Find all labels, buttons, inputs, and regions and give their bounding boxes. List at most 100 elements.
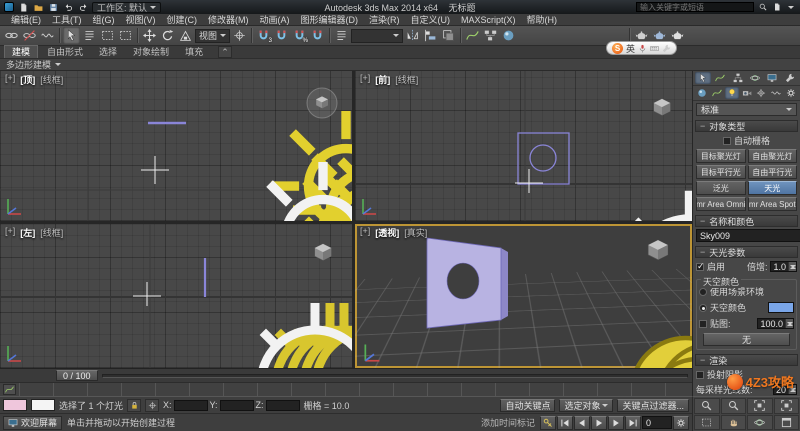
viewcube[interactable] — [315, 244, 332, 261]
zoom-all-button[interactable] — [721, 398, 747, 414]
map-checkbox[interactable] — [699, 320, 707, 328]
button-mr-area-omni[interactable]: mr Area Omni — [696, 197, 746, 211]
select-and-rotate-button[interactable] — [159, 27, 176, 44]
use-scene-env-radio[interactable] — [699, 288, 707, 296]
tab-freeform[interactable]: 自由形式 — [40, 46, 90, 58]
map-none-button[interactable]: 无 — [703, 333, 790, 346]
category-lights[interactable] — [725, 87, 739, 99]
cast-shadows-checkbox[interactable] — [696, 371, 704, 379]
workspace-dropdown[interactable]: 工作区: 默认 — [92, 2, 161, 13]
reference-coordinate-dropdown[interactable]: 视图 — [195, 29, 230, 43]
play-button[interactable] — [591, 416, 607, 430]
button-skylight[interactable]: 天光 — [748, 181, 798, 195]
viewport-front[interactable]: [+] [前] [线框] — [355, 71, 692, 221]
map-amount-field[interactable]: 100.0 — [757, 318, 794, 329]
zoom-region-button[interactable] — [694, 415, 720, 431]
time-configuration-button[interactable] — [673, 416, 689, 430]
menu-help[interactable]: 帮助(H) — [522, 14, 563, 26]
snap-toggle-3d-button[interactable]: 3 — [255, 27, 272, 44]
menu-graph-editors[interactable]: 图形编辑器(D) — [296, 14, 364, 26]
light-type-dropdown[interactable]: 标准 — [696, 103, 797, 116]
ime-language-mode[interactable]: 英 — [626, 42, 635, 55]
viewport-shading-button[interactable]: [线框] — [395, 73, 418, 86]
tab-modeling[interactable]: 建模 — [4, 45, 38, 58]
open-file-button[interactable] — [32, 2, 44, 13]
track-bar-ruler[interactable] — [19, 383, 689, 396]
category-helpers[interactable] — [754, 87, 768, 99]
category-spacewarps[interactable] — [769, 87, 783, 99]
bind-to-spacewarp-button[interactable] — [39, 27, 56, 44]
unlink-selection-button[interactable] — [21, 27, 38, 44]
tab-modify[interactable] — [712, 72, 728, 84]
button-free-direct[interactable]: 自由平行光 — [748, 165, 798, 179]
absolute-mode-button[interactable] — [145, 399, 159, 412]
ribbon-minimize-button[interactable]: ⌃ — [218, 46, 232, 58]
search-button[interactable] — [757, 2, 768, 12]
track-bar[interactable] — [0, 382, 692, 396]
sogou-logo-icon[interactable]: S — [612, 43, 623, 54]
x-field[interactable] — [174, 400, 208, 411]
menu-views[interactable]: 视图(V) — [121, 14, 161, 26]
align-button[interactable] — [422, 27, 439, 44]
viewcube[interactable] — [654, 99, 671, 116]
plane-object-front-view[interactable] — [518, 133, 569, 184]
material-editor-button[interactable] — [500, 27, 517, 44]
layer-manager-button[interactable] — [440, 27, 457, 44]
viewport-menu-button[interactable]: [+] — [5, 226, 15, 239]
polygon-modeling-panel-label[interactable]: 多边形建模 — [6, 58, 51, 71]
tab-object-paint[interactable]: 对象绘制 — [126, 46, 176, 58]
next-frame-button[interactable] — [608, 416, 624, 430]
mirror-button[interactable] — [404, 27, 421, 44]
window-crossing-button[interactable] — [117, 27, 134, 44]
tab-create[interactable] — [695, 72, 711, 84]
spinner-icon[interactable] — [785, 319, 793, 328]
category-systems[interactable] — [784, 87, 798, 99]
select-and-scale-button[interactable] — [177, 27, 194, 44]
select-by-name-button[interactable] — [81, 27, 98, 44]
y-field[interactable] — [220, 400, 254, 411]
zoom-button[interactable] — [694, 398, 720, 414]
category-geometry[interactable] — [695, 87, 709, 99]
go-to-start-button[interactable] — [557, 416, 573, 430]
menu-customize[interactable]: 自定义(U) — [406, 14, 456, 26]
tab-populate[interactable]: 填充 — [178, 46, 210, 58]
viewport-menu-button[interactable]: [+] — [360, 226, 370, 239]
tab-display[interactable] — [764, 72, 780, 84]
menu-create[interactable]: 创建(C) — [162, 14, 203, 26]
viewport-shading-button[interactable]: [线框] — [40, 226, 63, 239]
wrench-icon[interactable] — [662, 44, 671, 53]
schematic-view-button[interactable] — [482, 27, 499, 44]
auto-key-button[interactable]: 自动关键点 — [500, 399, 555, 412]
viewcube[interactable] — [648, 240, 668, 259]
viewport-canvas-perspective[interactable] — [355, 224, 692, 368]
tab-selection[interactable]: 选择 — [92, 46, 124, 58]
menu-rendering[interactable]: 渲染(R) — [364, 14, 405, 26]
autogrid-checkbox[interactable] — [723, 137, 731, 145]
enable-checkbox[interactable] — [696, 263, 704, 271]
new-scene-button[interactable] — [17, 2, 29, 13]
category-shapes[interactable] — [710, 87, 724, 99]
maxscript-mini-listener-pink[interactable] — [3, 399, 27, 411]
percent-snap-button[interactable]: % — [291, 27, 308, 44]
viewport-view-button[interactable]: [左] — [20, 226, 35, 239]
button-omni[interactable]: 泛光 — [696, 181, 746, 195]
menu-edit[interactable]: 编辑(E) — [6, 14, 46, 26]
viewport-view-button[interactable]: [透视] — [375, 226, 399, 239]
plane-object-perspective[interactable] — [427, 238, 508, 328]
go-to-end-button[interactable] — [625, 416, 641, 430]
button-free-spot[interactable]: 自由聚光灯 — [748, 149, 798, 163]
menu-modifiers[interactable]: 修改器(M) — [203, 14, 254, 26]
select-object-button[interactable] — [63, 27, 80, 44]
viewport-view-button[interactable]: [顶] — [20, 73, 35, 86]
category-cameras[interactable] — [740, 87, 754, 99]
spinner-snap-button[interactable] — [309, 27, 326, 44]
button-target-spot[interactable]: 目标聚光灯 — [696, 149, 746, 163]
viewcube[interactable] — [307, 88, 337, 118]
menu-animation[interactable]: 动画(A) — [255, 14, 295, 26]
viewport-canvas-top[interactable] — [0, 71, 352, 221]
menu-maxscript[interactable]: MAXScript(X) — [456, 14, 521, 26]
redo-button[interactable] — [77, 2, 89, 13]
viewport-shading-button[interactable]: [线框] — [40, 73, 63, 86]
undo-button[interactable] — [62, 2, 74, 13]
button-mr-area-spot[interactable]: mr Area Spot — [748, 197, 798, 211]
